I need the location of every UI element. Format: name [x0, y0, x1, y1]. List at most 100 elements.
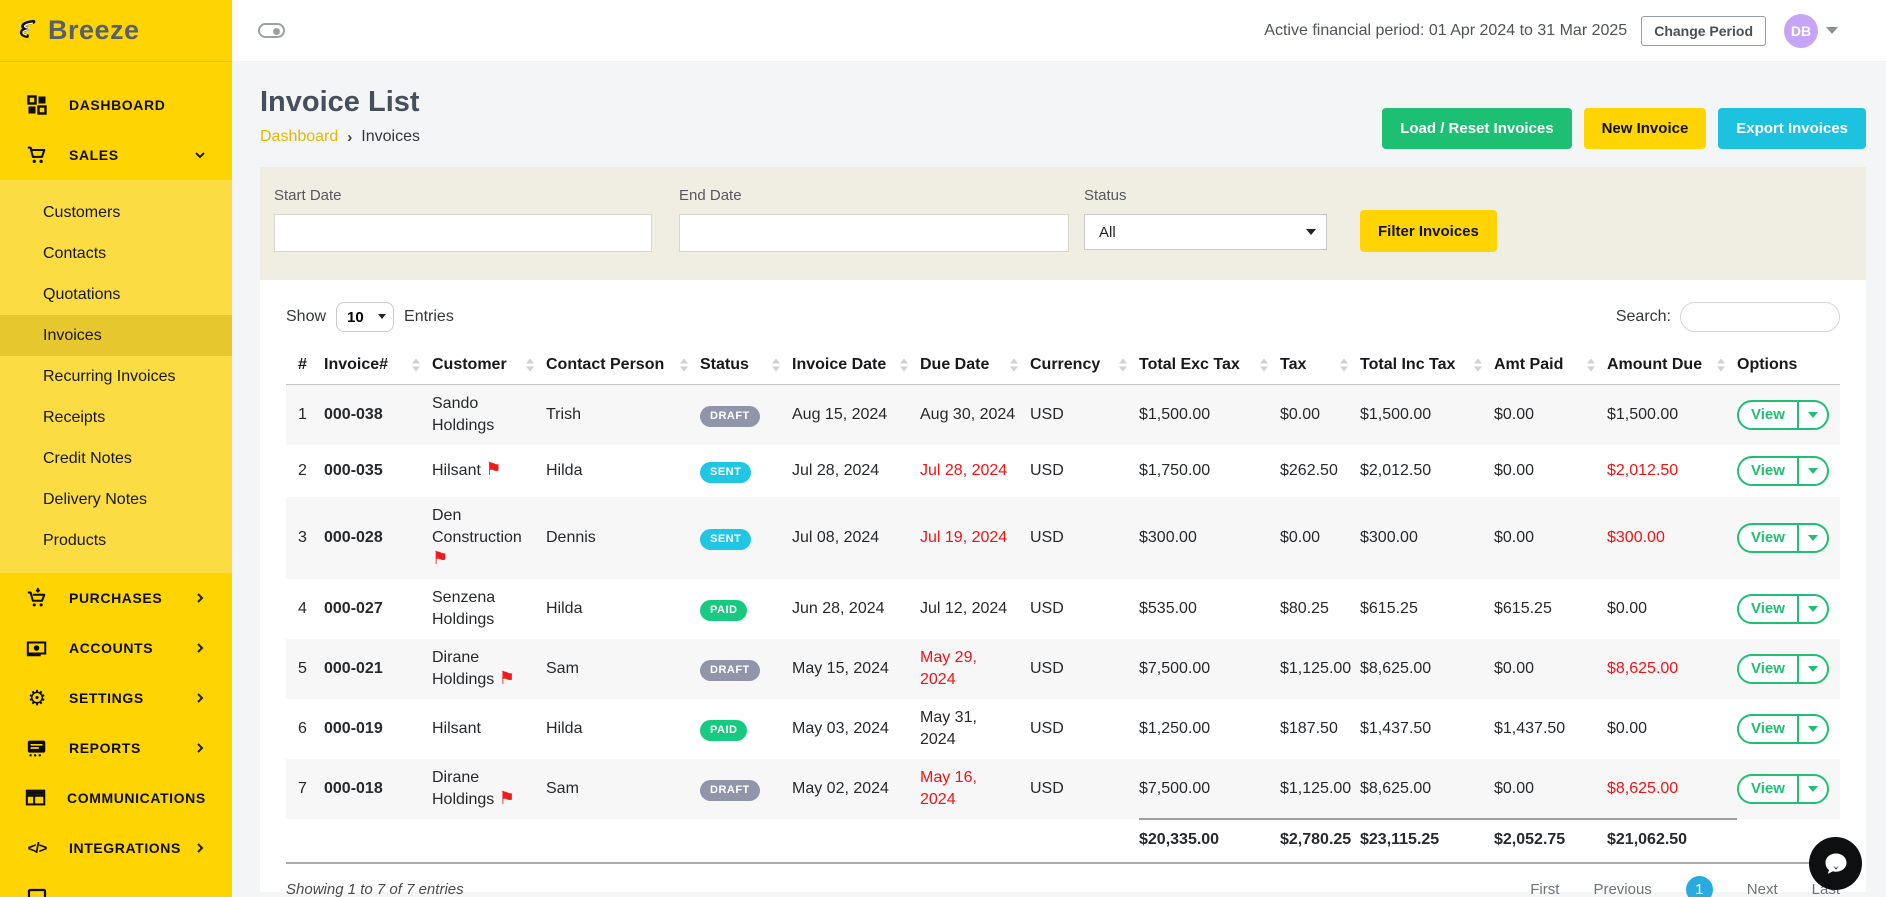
view-button[interactable]: View — [1739, 458, 1797, 484]
report-card-icon — [25, 737, 49, 759]
view-split-button: View — [1737, 774, 1829, 804]
view-button[interactable]: View — [1739, 776, 1797, 802]
col-header-tax[interactable]: Tax — [1280, 346, 1360, 385]
customer-cell: Dirane Holdings ⚑ — [432, 639, 546, 699]
col-header-currency[interactable]: Currency — [1030, 346, 1139, 385]
breadcrumb-chevron-icon: › — [347, 128, 353, 146]
sidebar-item-settings[interactable]: ⚙ SETTINGS — [0, 673, 232, 723]
search-input[interactable] — [1680, 302, 1840, 332]
change-period-button[interactable]: Change Period — [1641, 15, 1766, 46]
view-split-button: View — [1737, 523, 1829, 553]
view-dropdown-caret-icon[interactable] — [1796, 776, 1827, 802]
col-header-contact[interactable]: Contact Person — [546, 346, 700, 385]
brand-logo[interactable]: Breeze — [0, 0, 232, 62]
sidebar-item-recurring-invoices[interactable]: Recurring Invoices — [0, 356, 232, 397]
banknote-icon — [25, 637, 49, 659]
sort-icons — [1260, 358, 1268, 372]
sidebar-item-accounts[interactable]: ACCOUNTS — [0, 623, 232, 673]
chat-messenger-button[interactable] — [1809, 837, 1862, 890]
customer-cell: Den Construction ⚑ — [432, 497, 546, 579]
breadcrumb-dashboard-link[interactable]: Dashboard — [260, 128, 338, 146]
sidebar-item-dashboard[interactable]: DASHBOARD — [0, 80, 232, 130]
sidebar-item-reports[interactable]: REPORTS — [0, 723, 232, 773]
filter-invoices-button[interactable]: Filter Invoices — [1360, 210, 1497, 252]
chevron-right-icon — [197, 643, 204, 653]
col-header-status[interactable]: Status — [700, 346, 792, 385]
status-badge: PAID — [700, 719, 748, 741]
view-dropdown-caret-icon[interactable] — [1796, 525, 1827, 551]
sidebar-item-receipts[interactable]: Receipts — [0, 397, 232, 438]
sort-icons — [526, 358, 534, 372]
sidebar-item-quotations[interactable]: Quotations — [0, 274, 232, 315]
table-footer: Showing 1 to 7 of 7 entries First Previo… — [260, 864, 1866, 897]
red-flag-icon: ⚑ — [485, 459, 502, 479]
view-button[interactable]: View — [1739, 596, 1797, 622]
col-header-options: Options — [1737, 346, 1840, 385]
brand-name: Breeze — [48, 15, 140, 45]
code-icon: </> — [27, 839, 48, 857]
sidebar-item-contacts[interactable]: Contacts — [0, 233, 232, 274]
red-flag-icon: ⚑ — [432, 548, 449, 568]
view-button[interactable]: View — [1739, 525, 1797, 551]
pagination-next[interactable]: Next — [1747, 881, 1778, 897]
customer-cell: Sando Holdings — [432, 384, 546, 445]
end-date-input[interactable] — [679, 214, 1069, 252]
sidebar-item-partial[interactable] — [0, 873, 232, 897]
view-dropdown-caret-icon[interactable] — [1796, 716, 1827, 742]
col-header-customer[interactable]: Customer — [432, 346, 546, 385]
pagination-page-1[interactable]: 1 — [1685, 876, 1713, 897]
col-header-num[interactable]: # — [286, 346, 324, 385]
sort-icons — [1587, 358, 1595, 372]
col-header-total-exc[interactable]: Total Exc Tax — [1139, 346, 1280, 385]
sidebar-item-delivery-notes[interactable]: Delivery Notes — [0, 479, 232, 520]
dashboard-grid-icon — [25, 95, 49, 115]
chat-bubble-icon — [1825, 853, 1846, 874]
sidebar-item-purchases[interactable]: PURCHASES — [0, 573, 232, 623]
sidebar-toggle-icon[interactable] — [258, 23, 285, 38]
view-dropdown-caret-icon[interactable] — [1796, 458, 1827, 484]
pagination-first[interactable]: First — [1530, 881, 1559, 897]
sort-icons — [412, 358, 420, 372]
col-header-invoice[interactable]: Invoice# — [324, 346, 432, 385]
totals-row: $20,335.00 $2,780.25 $23,115.25 $2,052.7… — [286, 818, 1840, 864]
status-badge: DRAFT — [700, 405, 760, 427]
main-content: Invoice List Dashboard › Invoices Load /… — [232, 62, 1886, 897]
sidebar-item-invoices[interactable]: Invoices — [0, 315, 232, 356]
start-date-input[interactable] — [274, 214, 652, 252]
sidebar-item-communications[interactable]: COMMUNICATIONS — [0, 773, 232, 823]
status-badge: DRAFT — [700, 779, 760, 801]
view-button[interactable]: View — [1739, 716, 1797, 742]
entries-label: Entries — [404, 308, 454, 325]
sidebar-item-products[interactable]: Products — [0, 520, 232, 561]
col-header-amount-due[interactable]: Amount Due — [1607, 346, 1737, 385]
table-row: 1 000-038 Sando Holdings Trish DRAFT Aug… — [286, 384, 1840, 445]
col-header-amt-paid[interactable]: Amt Paid — [1494, 346, 1607, 385]
search-label: Search: — [1615, 308, 1671, 325]
col-header-total-inc[interactable]: Total Inc Tax — [1360, 346, 1494, 385]
red-flag-icon: ⚑ — [498, 668, 515, 688]
view-button[interactable]: View — [1739, 656, 1797, 682]
sidebar-item-customers[interactable]: Customers — [0, 192, 232, 233]
sidebar-item-sales[interactable]: SALES — [0, 130, 232, 180]
page-title: Invoice List — [260, 86, 420, 118]
square-icon — [25, 888, 49, 897]
view-dropdown-caret-icon[interactable] — [1796, 596, 1827, 622]
avatar[interactable]: DB — [1784, 13, 1818, 48]
view-dropdown-caret-icon[interactable] — [1796, 402, 1827, 428]
sidebar-item-credit-notes[interactable]: Credit Notes — [0, 438, 232, 479]
table-row: 6 000-019 Hilsant Hilda PAID May 03, 202… — [286, 699, 1840, 759]
user-menu-caret-icon[interactable] — [1826, 27, 1838, 34]
col-header-invoice-date[interactable]: Invoice Date — [792, 346, 920, 385]
page-size-select[interactable]: 10 — [336, 302, 395, 332]
sidebar-item-integrations[interactable]: </> INTEGRATIONS — [0, 823, 232, 873]
new-invoice-button[interactable]: New Invoice — [1583, 108, 1707, 149]
status-select[interactable]: All — [1084, 214, 1327, 250]
view-button[interactable]: View — [1739, 402, 1797, 428]
pagination-previous[interactable]: Previous — [1593, 881, 1651, 897]
view-dropdown-caret-icon[interactable] — [1796, 656, 1827, 682]
col-header-due-date[interactable]: Due Date — [920, 346, 1030, 385]
total-exc-tax-sum: $20,335.00 — [1139, 818, 1280, 864]
load-reset-invoices-button[interactable]: Load / Reset Invoices — [1382, 108, 1572, 149]
sidebar: Breeze DASHBOARD SALES Customers Contact… — [0, 0, 232, 897]
export-invoices-button[interactable]: Export Invoices — [1718, 108, 1866, 149]
